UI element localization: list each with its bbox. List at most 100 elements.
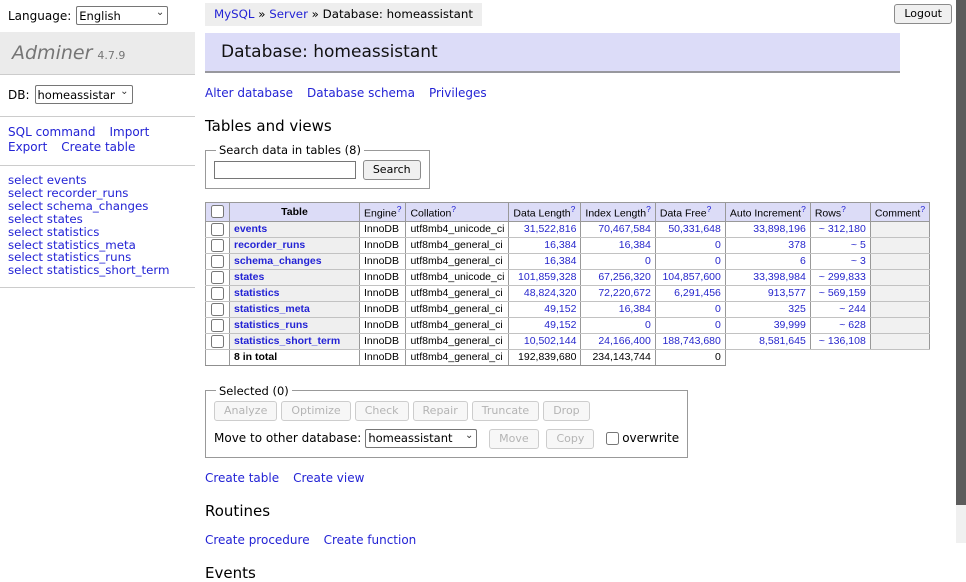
drop-button[interactable]: Drop (543, 401, 589, 421)
table-name-link[interactable]: statistics (234, 287, 280, 299)
check-button[interactable]: Check (355, 401, 409, 421)
move-button[interactable]: Move (489, 429, 539, 449)
overwrite-option: overwrite (605, 431, 679, 445)
logout-button[interactable]: Logout (894, 4, 952, 24)
total-label-cell: 8 in total (230, 349, 360, 365)
sidebar-action-link[interactable]: Create table (61, 140, 135, 154)
help-link[interactable]: ? (397, 204, 402, 214)
data-free-cell: 6,291,456 (655, 285, 725, 301)
help-link[interactable]: ? (646, 204, 651, 214)
sidebar-select-link[interactable]: select statistics_short_term (8, 263, 170, 277)
table-row: statistics_short_termInnoDButf8mb4_gener… (206, 333, 930, 349)
database-action-link[interactable]: Privileges (429, 86, 487, 100)
help-link[interactable]: ? (451, 204, 456, 214)
data-free-cell: 0 (655, 253, 725, 269)
row-checkbox-cell (206, 237, 230, 253)
help-link[interactable]: ? (801, 204, 806, 214)
help-link[interactable]: ? (707, 204, 712, 214)
total-data-free-cell: 0 (655, 349, 725, 365)
table-row: events InnoDButf8mb4_unicode_ci31,522,816… (206, 221, 930, 237)
search-button[interactable]: Search (363, 160, 421, 180)
database-action-link[interactable]: Alter database (205, 86, 293, 100)
tables-overview-table: TableEngine?Collation?Data Length?Index … (205, 202, 930, 366)
rows-cell: ~ 5 (810, 237, 870, 253)
create-link[interactable]: Create view (293, 471, 364, 485)
search-legend: Search data in tables (8) (216, 143, 364, 157)
help-link[interactable]: ? (841, 204, 846, 214)
auto-increment-cell: 913,577 (725, 285, 810, 301)
routine-link[interactable]: Create function (324, 533, 417, 547)
table-name-link[interactable]: schema_changes (234, 255, 322, 267)
header-checkbox-cell (206, 203, 230, 222)
table-name-link[interactable]: states (234, 271, 264, 283)
sidebar-select-link[interactable]: select schema_changes (8, 199, 148, 213)
language-select[interactable]: English (76, 6, 168, 25)
auto-increment-cell: 33,898,196 (725, 221, 810, 237)
collation-cell: utf8mb4_unicode_ci (406, 221, 509, 237)
sidebar-select-link[interactable]: select events (8, 173, 87, 187)
sidebar-select-link[interactable]: select states (8, 212, 83, 226)
table-row: statesInnoDButf8mb4_unicode_ci101,859,32… (206, 269, 930, 285)
database-action-link[interactable]: Database schema (307, 86, 415, 100)
create-link[interactable]: Create table (205, 471, 279, 485)
truncate-button[interactable]: Truncate (472, 401, 539, 421)
data-length-cell: 101,859,328 (509, 269, 581, 285)
overwrite-checkbox[interactable] (606, 432, 619, 445)
auto-increment-cell: 6 (725, 253, 810, 269)
collation-cell: utf8mb4_general_ci (406, 317, 509, 333)
total-data-length-cell: 192,839,680 (509, 349, 581, 365)
table-name-link[interactable]: statistics_short_term (234, 335, 340, 347)
move-db-select[interactable]: homeassistant (365, 429, 477, 448)
row-checkbox[interactable] (211, 239, 224, 252)
help-link[interactable]: ? (920, 204, 925, 214)
table-name-link[interactable]: statistics_meta (234, 303, 310, 315)
breadcrumb: MySQL » Server » Database: homeassistant (205, 3, 482, 26)
main-content: MySQL » Server » Database: homeassistant… (205, 0, 966, 582)
sidebar-select-link[interactable]: select statistics_runs (8, 250, 131, 264)
row-checkbox[interactable] (211, 287, 224, 300)
engine-cell: InnoDB (360, 269, 406, 285)
sidebar-select-link[interactable]: select statistics (8, 225, 99, 239)
analyze-button[interactable]: Analyze (214, 401, 277, 421)
row-checkbox[interactable] (211, 223, 224, 236)
optimize-button[interactable]: Optimize (281, 401, 350, 421)
table-name-link[interactable]: events (234, 223, 267, 235)
row-checkbox[interactable] (211, 255, 224, 268)
column-header: Comment? (870, 203, 929, 222)
rows-cell: ~ 136,108 (810, 333, 870, 349)
repair-button[interactable]: Repair (413, 401, 468, 421)
sidebar-action-link[interactable]: SQL command (8, 125, 95, 139)
breadcrumb-link[interactable]: Server (269, 7, 308, 21)
row-checkbox[interactable] (211, 271, 224, 284)
row-checkbox-cell (206, 317, 230, 333)
tables-heading: Tables and views (205, 117, 966, 135)
collation-cell: utf8mb4_general_ci (406, 285, 509, 301)
data-length-cell: 31,522,816 (509, 221, 581, 237)
sidebar-action-link[interactable]: Import (109, 125, 149, 139)
page-scrollbar[interactable] (956, 0, 966, 543)
sidebar-select-link[interactable]: select statistics_meta (8, 238, 136, 252)
db-select[interactable]: homeassistant (35, 85, 133, 104)
select-all-checkbox[interactable] (211, 205, 224, 218)
row-checkbox[interactable] (211, 335, 224, 348)
routine-link[interactable]: Create procedure (205, 533, 310, 547)
sidebar-select-link[interactable]: select recorder_runs (8, 186, 128, 200)
app-version-link[interactable]: 4.7.9 (97, 49, 125, 62)
row-checkbox[interactable] (211, 319, 224, 332)
engine-cell: InnoDB (360, 221, 406, 237)
index-length-cell: 0 (581, 253, 655, 269)
column-header: Rows? (810, 203, 870, 222)
sidebar-action-link[interactable]: Export (8, 140, 47, 154)
breadcrumb-separator: » (255, 7, 270, 21)
scrollbar-thumb[interactable] (956, 0, 966, 505)
table-name-link[interactable]: recorder_runs (234, 239, 305, 251)
search-input[interactable] (214, 161, 356, 179)
index-length-cell: 16,384 (581, 237, 655, 253)
table-name-link[interactable]: statistics_runs (234, 319, 308, 331)
row-checkbox[interactable] (211, 303, 224, 316)
rows-cell: ~ 628 (810, 317, 870, 333)
copy-button[interactable]: Copy (546, 429, 594, 449)
breadcrumb-link[interactable]: MySQL (214, 7, 255, 21)
comment-cell (870, 285, 929, 301)
help-link[interactable]: ? (571, 204, 576, 214)
